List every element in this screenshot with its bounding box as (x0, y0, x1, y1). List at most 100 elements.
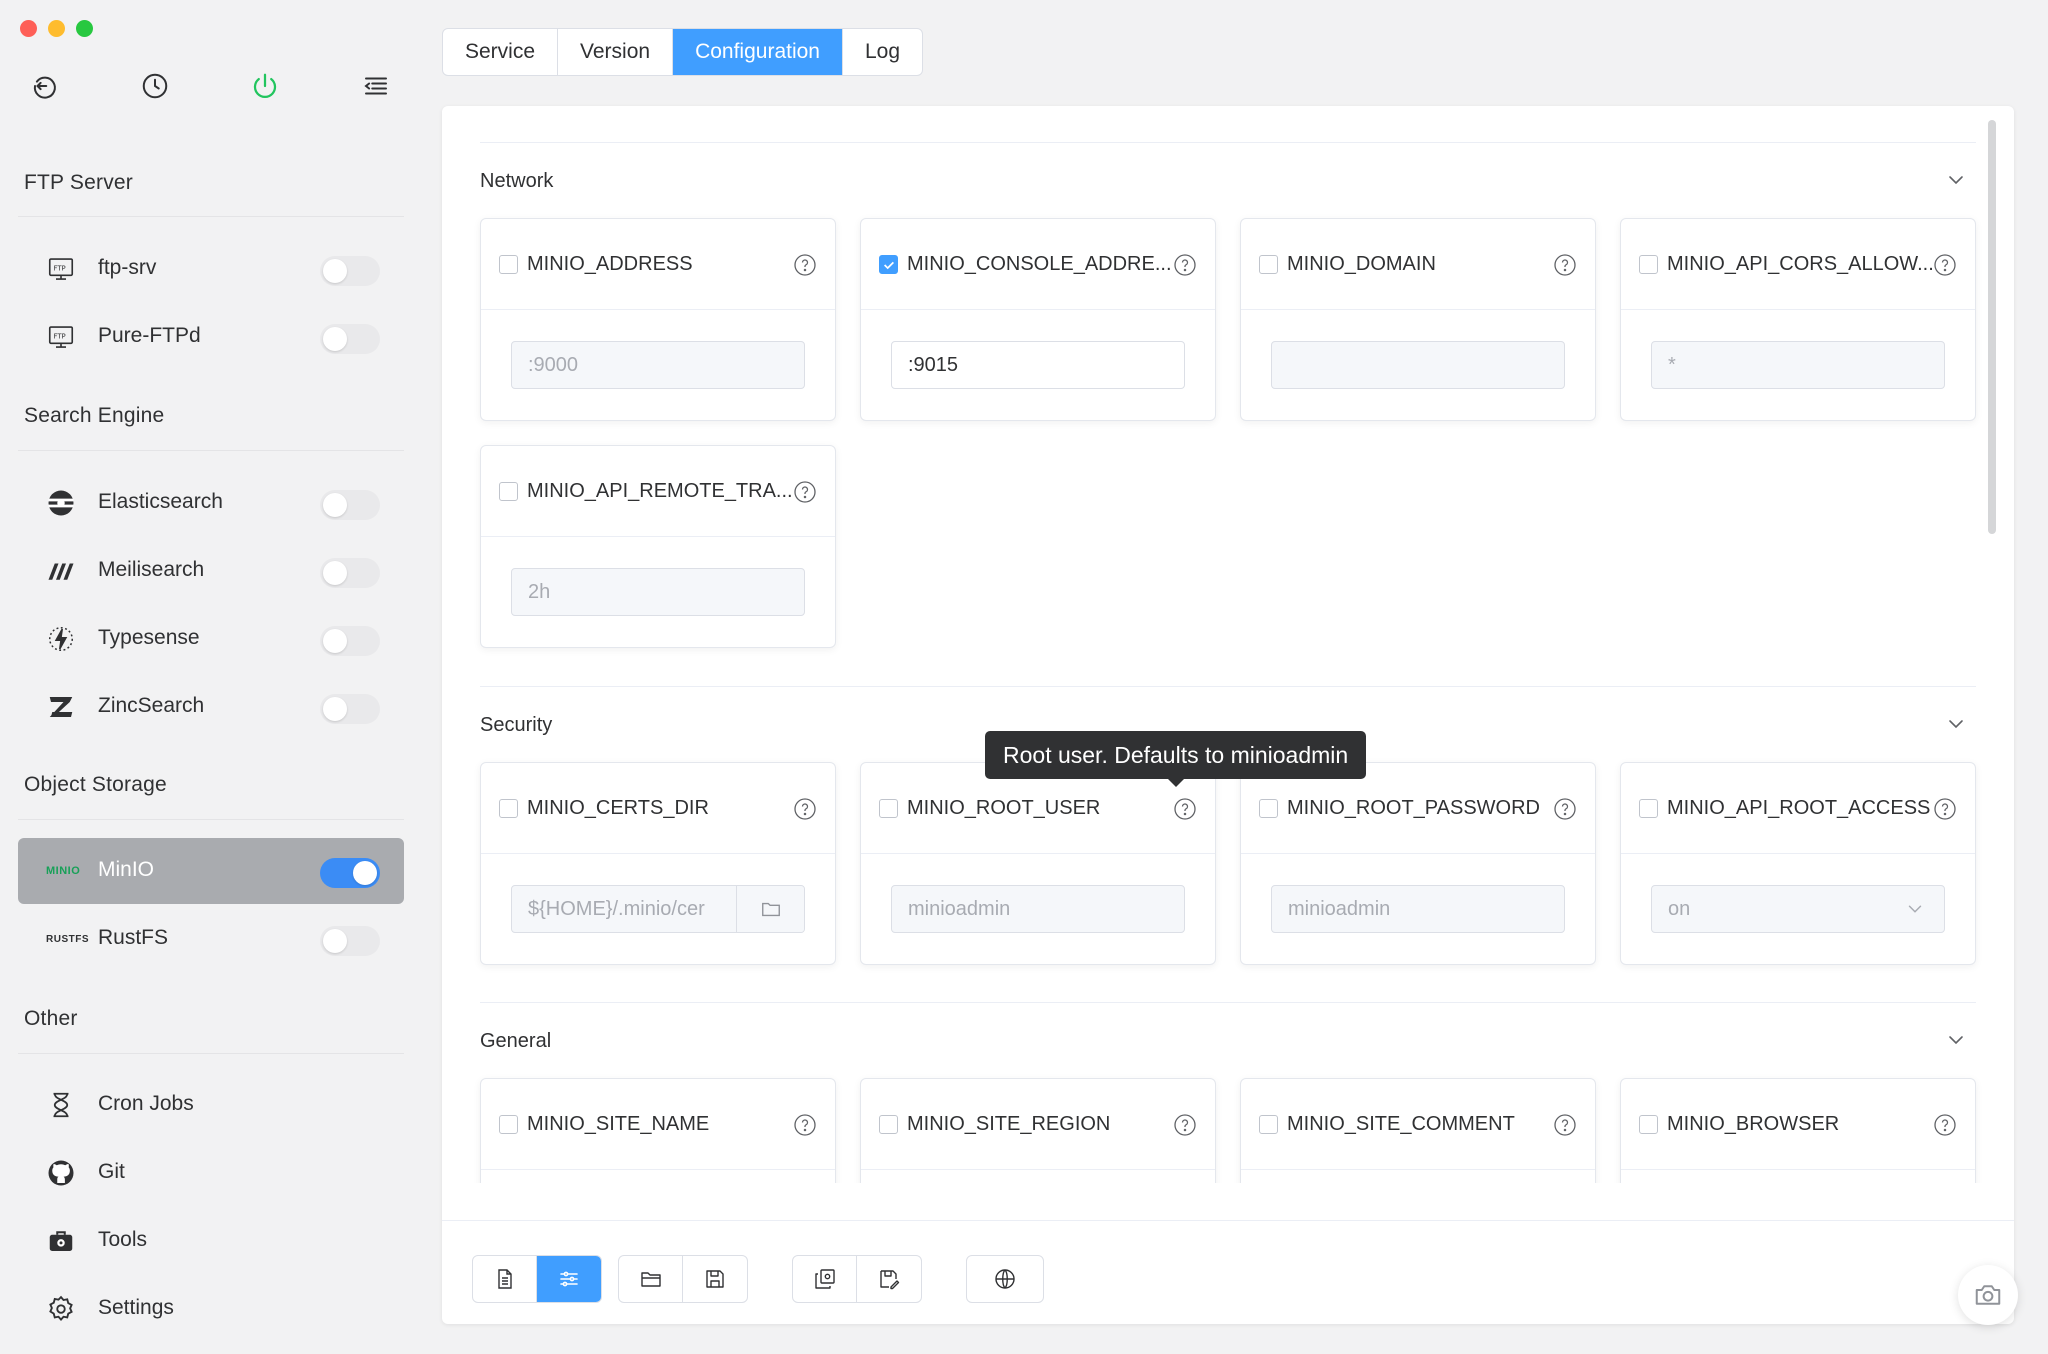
sidebar-item-settings[interactable]: Settings (18, 1276, 404, 1342)
help-icon[interactable] (1173, 797, 1197, 821)
card-header: MINIO_API_CORS_ALLOW... (1621, 219, 1975, 310)
ftp-srv-toggle[interactable] (320, 256, 380, 286)
config-value-select[interactable]: on (1651, 885, 1945, 933)
form-view-button[interactable] (537, 1256, 601, 1302)
tab-version[interactable]: Version (558, 29, 674, 75)
config-card-minio-root-password: MINIO_ROOT_PASSWORD minioadmin (1240, 762, 1596, 965)
enable-checkbox[interactable] (1639, 1115, 1658, 1134)
help-icon[interactable] (1173, 253, 1197, 277)
enable-checkbox[interactable] (1259, 255, 1278, 274)
window-controls (20, 20, 93, 37)
enable-checkbox[interactable] (499, 1115, 518, 1134)
image-copy-icon (814, 1269, 835, 1289)
chevron-down-icon[interactable] (1944, 1028, 1968, 1052)
help-icon[interactable] (1553, 1113, 1577, 1137)
help-icon[interactable] (1553, 797, 1577, 821)
tab-service[interactable]: Service (443, 29, 559, 75)
help-icon[interactable] (1933, 1113, 1957, 1137)
config-value-input[interactable]: :9000 (511, 341, 805, 389)
folder-icon (640, 1272, 661, 1287)
enable-checkbox[interactable] (499, 482, 518, 501)
enable-checkbox[interactable] (879, 799, 898, 818)
sidebar-item-meilisearch[interactable]: Meilisearch (18, 538, 404, 604)
help-icon[interactable] (793, 480, 817, 504)
svg-text:FTP: FTP (54, 264, 66, 272)
vertical-scrollbar[interactable] (1988, 120, 1996, 534)
sidebar-item-pure-ftpd[interactable]: FTP Pure-FTPd (18, 304, 404, 370)
enable-checkbox[interactable] (879, 1115, 898, 1134)
sidebar-item-label: Pure-FTPd (98, 324, 201, 347)
zoom-window-button[interactable] (76, 20, 93, 37)
back-icon[interactable] (27, 68, 63, 104)
divider (480, 686, 1976, 687)
rustfs-toggle[interactable] (320, 926, 380, 956)
help-icon[interactable] (793, 1113, 817, 1137)
help-icon[interactable] (1173, 1113, 1197, 1137)
sidebar-item-elasticsearch[interactable]: Elasticsearch (18, 470, 404, 536)
save-as-icon (880, 1270, 900, 1290)
sidebar-item-typesense[interactable]: Typesense (18, 606, 404, 672)
tab-configuration[interactable]: Configuration (673, 29, 843, 75)
help-icon[interactable] (1933, 797, 1957, 821)
config-value-input[interactable]: :9015 (891, 341, 1185, 389)
collapse-menu-icon[interactable] (358, 68, 394, 104)
tab-bar: Service Version Configuration Log (442, 28, 924, 76)
config-value-input[interactable]: ${HOME}/.minio/cer (528, 898, 705, 921)
sidebar-item-ftp-srv[interactable]: FTP ftp-srv (18, 236, 404, 302)
enable-checkbox[interactable] (499, 799, 518, 818)
close-window-button[interactable] (20, 20, 37, 37)
help-icon[interactable] (793, 797, 817, 821)
config-value-input[interactable]: minioadmin (1271, 885, 1565, 933)
enable-checkbox[interactable] (1259, 1115, 1278, 1134)
sidebar-item-tools[interactable]: Tools (18, 1208, 404, 1274)
help-icon[interactable] (793, 253, 817, 277)
power-icon[interactable] (247, 68, 283, 104)
globe-icon (995, 1269, 1015, 1289)
minimize-window-button[interactable] (48, 20, 65, 37)
meilisearch-toggle[interactable] (320, 558, 380, 588)
sidebar-item-zincsearch[interactable]: ZincSearch (18, 674, 404, 740)
config-value-input[interactable]: 2h (511, 568, 805, 616)
enable-checkbox[interactable] (879, 255, 898, 274)
load-custom-button[interactable] (793, 1256, 857, 1302)
browse-folder-button[interactable] (736, 886, 804, 932)
file-actions-group (618, 1255, 748, 1303)
open-file-button[interactable] (619, 1256, 683, 1302)
config-scroll-area[interactable]: Network MINIO_ADDRESS :9000 MINIO_CONSOL… (442, 106, 2014, 1183)
history-icon[interactable] (137, 68, 173, 104)
card-header: MINIO_SITE_REGION (861, 1079, 1215, 1170)
text-view-button[interactable] (473, 1256, 537, 1302)
save-button[interactable] (683, 1256, 747, 1302)
chevron-down-icon[interactable] (1944, 168, 1968, 192)
camera-icon (1975, 1285, 2001, 1305)
pure-ftpd-toggle[interactable] (320, 324, 380, 354)
save-custom-button[interactable] (857, 1256, 921, 1302)
tab-log[interactable]: Log (843, 29, 922, 75)
help-icon[interactable] (1933, 253, 1957, 277)
sidebar-item-git[interactable]: Git (18, 1140, 404, 1206)
minio-toggle[interactable] (320, 858, 380, 888)
config-card-minio-api-cors-allow: MINIO_API_CORS_ALLOW... * (1620, 218, 1976, 421)
enable-checkbox[interactable] (1639, 255, 1658, 274)
elasticsearch-toggle[interactable] (320, 490, 380, 520)
sidebar-item-cron-jobs[interactable]: Cron Jobs (18, 1072, 404, 1138)
card-header: MINIO_DOMAIN (1241, 219, 1595, 310)
config-value-input[interactable]: * (1651, 341, 1945, 389)
custom-config-group (792, 1255, 922, 1303)
config-value-input[interactable] (1271, 341, 1565, 389)
typesense-toggle[interactable] (320, 626, 380, 656)
sidebar-item-label: Git (98, 1160, 125, 1183)
sidebar-item-minio[interactable]: MINIO MinIO (18, 838, 404, 904)
config-key: MINIO_BROWSER (1667, 1113, 1840, 1135)
zincsearch-toggle[interactable] (320, 694, 380, 724)
enable-checkbox[interactable] (499, 255, 518, 274)
sidebar-item-rustfs[interactable]: RUSTFS RustFS (18, 906, 404, 972)
help-icon[interactable] (1553, 253, 1577, 277)
screenshot-button[interactable] (1958, 1265, 2018, 1325)
enable-checkbox[interactable] (1639, 799, 1658, 818)
bottom-toolbar (442, 1220, 2014, 1324)
open-web-button[interactable] (967, 1256, 1043, 1302)
config-value-input[interactable]: minioadmin (891, 885, 1185, 933)
enable-checkbox[interactable] (1259, 799, 1278, 818)
chevron-down-icon[interactable] (1944, 712, 1968, 736)
